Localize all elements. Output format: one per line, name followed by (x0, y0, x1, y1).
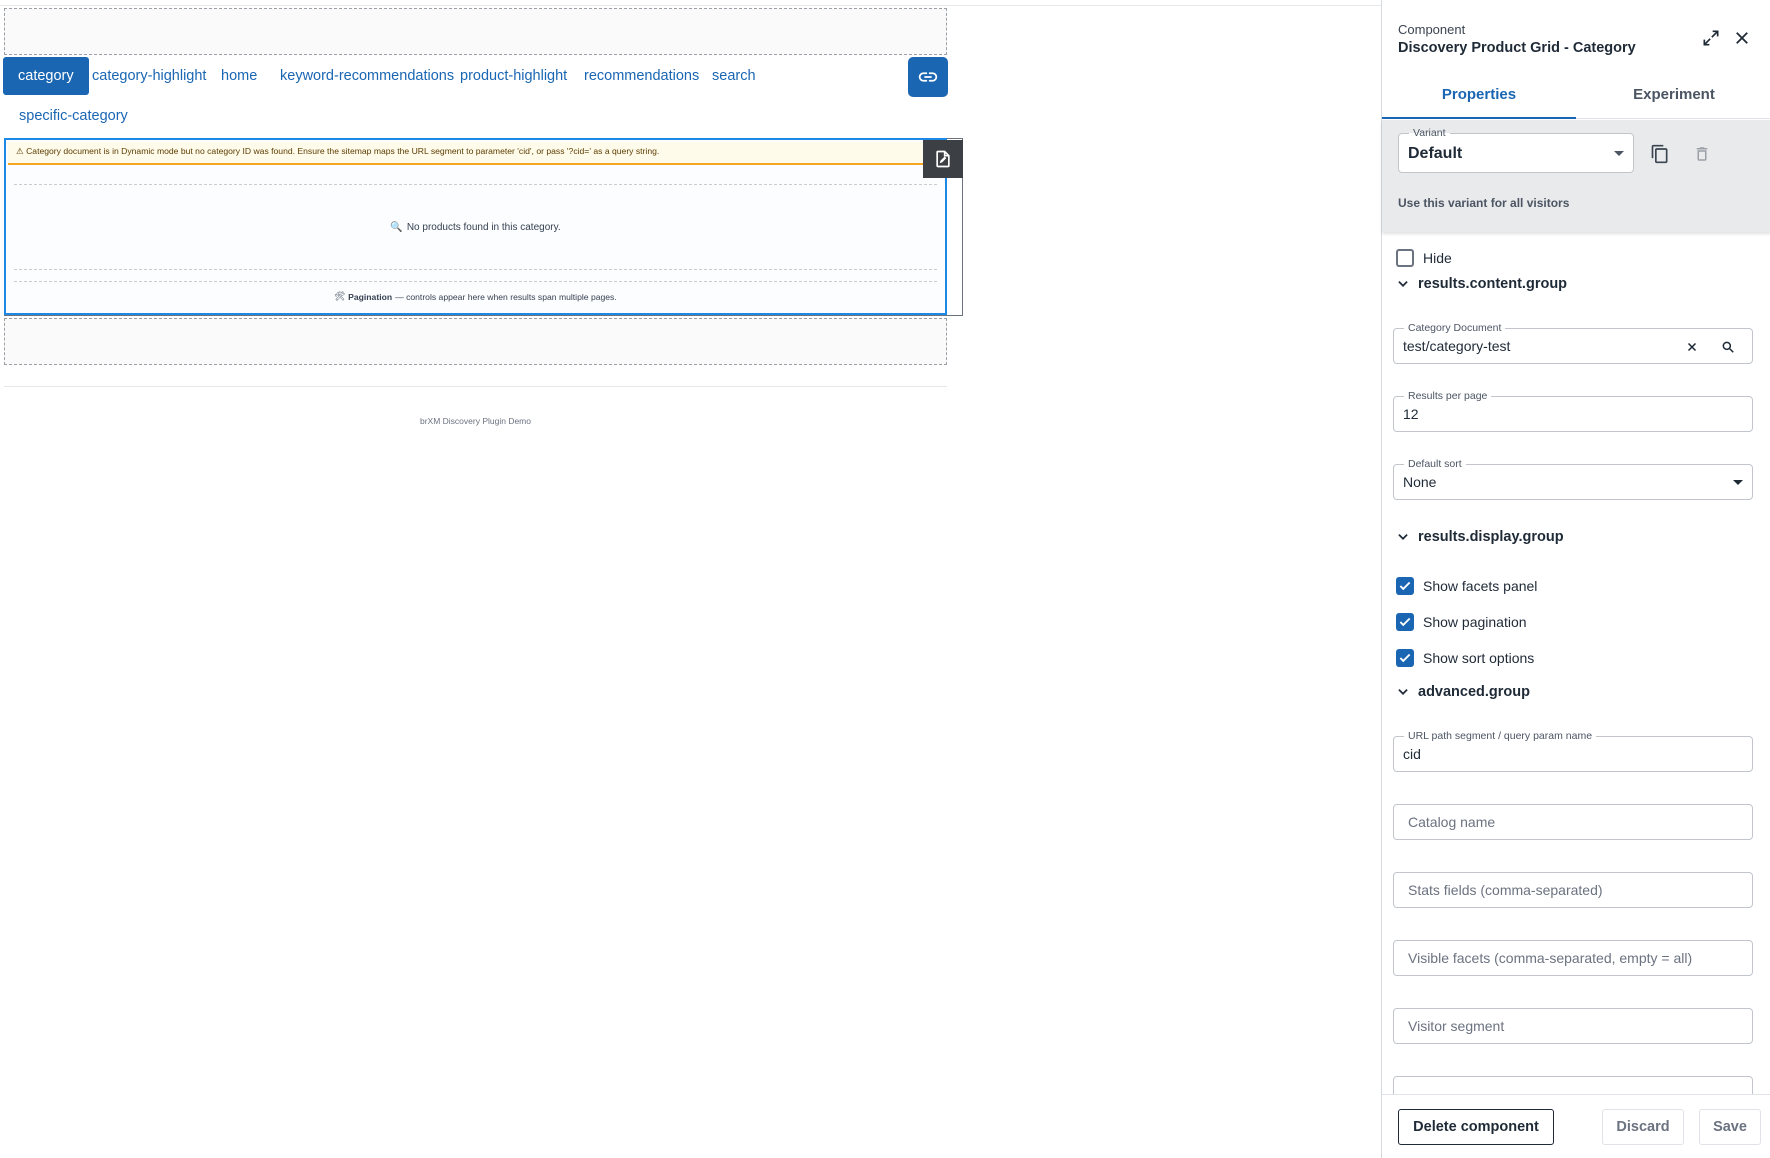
category-document-field[interactable]: Category Document test/category-test (1393, 322, 1753, 364)
close-icon (1736, 32, 1748, 44)
visitor-segment-placeholder: Visitor segment (1408, 1018, 1505, 1034)
default-sort-select[interactable]: Default sort None (1393, 458, 1753, 500)
catalog-name-placeholder: Catalog name (1408, 814, 1496, 830)
show-pagination-checkbox[interactable]: Show pagination (1396, 613, 1527, 631)
container-drop-zone-bottom[interactable] (4, 318, 947, 365)
tools-icon: 🛠 (334, 291, 346, 301)
chevron-down-icon (1398, 281, 1408, 287)
pick-document-button[interactable] (1718, 337, 1738, 357)
next-field-partial[interactable] (1393, 1076, 1753, 1094)
site-navigation: category category-highlight home keyword… (3, 57, 948, 137)
trash-icon (1696, 147, 1708, 161)
nav-link-category[interactable]: category (3, 57, 89, 95)
edit-document-button[interactable] (923, 140, 963, 178)
chevron-down-icon (1733, 480, 1743, 485)
panel-actions: Delete component Discard Save (1382, 1094, 1770, 1158)
copy-variant-button[interactable] (1646, 140, 1674, 168)
nav-link-product-highlight[interactable]: product-highlight (460, 57, 567, 95)
checkbox-unchecked-icon (1396, 249, 1414, 267)
save-button[interactable]: Save (1699, 1109, 1761, 1145)
clear-document-button[interactable] (1682, 337, 1702, 357)
group-advanced-label: advanced.group (1418, 684, 1530, 700)
close-icon (1687, 342, 1697, 352)
pagination-text: — controls appear here when results span… (395, 291, 617, 302)
show-pagination-label: Show pagination (1423, 614, 1527, 630)
checkbox-checked-icon (1396, 577, 1414, 595)
show-sort-options-label: Show sort options (1423, 650, 1535, 666)
nav-link-specific-category[interactable]: specific-category (19, 97, 128, 135)
search-icon (1722, 341, 1734, 353)
delete-variant-button[interactable] (1688, 140, 1716, 168)
show-facets-label: Show facets panel (1423, 578, 1538, 594)
pagination-label: Pagination (348, 291, 393, 302)
url-segment-value: cid (1403, 746, 1421, 762)
close-button[interactable] (1729, 25, 1755, 51)
empty-results: 🔍 No products found in this category. (14, 184, 937, 270)
link-icon (918, 72, 938, 82)
hide-label: Hide (1423, 250, 1452, 266)
chevron-down-icon (1398, 689, 1408, 695)
checkbox-checked-icon (1396, 649, 1414, 667)
expand-icon (1703, 30, 1719, 46)
preview-canvas: category category-highlight home keyword… (0, 0, 1382, 1158)
show-sort-options-checkbox[interactable]: Show sort options (1396, 649, 1534, 667)
footer-text: brXM Discovery Plugin Demo (419, 416, 531, 426)
default-sort-value: None (1403, 474, 1437, 490)
checkbox-checked-icon (1396, 613, 1414, 631)
link-button[interactable] (908, 57, 948, 97)
group-results-content[interactable]: results.content.group (1396, 276, 1567, 292)
nav-link-home[interactable]: home (221, 57, 257, 95)
results-per-page-field[interactable]: Results per page 12 (1393, 390, 1753, 432)
variant-section: Variant Default (1382, 120, 1770, 232)
dynamic-mode-warning: ⚠ Category document is in Dynamic mode b… (8, 142, 927, 165)
component-properties-panel: Component Discovery Product Grid - Categ… (1381, 0, 1770, 1158)
app-root: category category-highlight home keyword… (0, 0, 1770, 1158)
expand-button[interactable] (1698, 25, 1724, 51)
pagination-placeholder: 🛠 Pagination — controls appear here when… (14, 281, 937, 311)
variant-value: Default (1408, 145, 1463, 162)
chevron-down-icon (1398, 534, 1408, 540)
group-advanced[interactable]: advanced.group (1396, 684, 1530, 700)
stats-fields-input[interactable]: Stats fields (comma-separated) (1393, 872, 1753, 908)
category-document-value: test/category-test (1403, 338, 1511, 354)
variant-select[interactable]: Variant Default (1398, 127, 1634, 173)
chevron-down-icon (1614, 151, 1624, 156)
tab-properties[interactable]: Properties (1382, 76, 1576, 119)
nav-link-search[interactable]: search (712, 57, 756, 95)
empty-results-text: No products found in this category. (406, 221, 561, 233)
visible-facets-placeholder: Visible facets (comma-separated, empty =… (1408, 950, 1693, 966)
catalog-name-input[interactable]: Catalog name (1393, 804, 1753, 840)
hide-checkbox[interactable]: Hide (1396, 249, 1452, 267)
panel-label: Component (1398, 22, 1466, 37)
tab-experiment[interactable]: Experiment (1577, 76, 1770, 119)
copy-icon (1651, 144, 1668, 164)
nav-link-category-highlight[interactable]: category-highlight (92, 57, 206, 95)
group-results-display[interactable]: results.display.group (1396, 529, 1564, 545)
edit-document-icon (936, 150, 950, 168)
container-drop-zone-top[interactable] (4, 8, 947, 55)
nav-link-recommendations[interactable]: recommendations (584, 57, 699, 95)
discard-button[interactable]: Discard (1602, 1109, 1684, 1145)
footer-divider (4, 386, 947, 387)
magnifier-icon: 🔍 (390, 221, 403, 233)
panel-tabs: Properties Experiment (1382, 76, 1770, 119)
nav-link-keyword-recommendations[interactable]: keyword-recommendations (280, 57, 454, 95)
results-per-page-value: 12 (1403, 406, 1419, 422)
show-facets-checkbox[interactable]: Show facets panel (1396, 577, 1537, 595)
delete-component-button[interactable]: Delete component (1398, 1109, 1554, 1145)
url-segment-field[interactable]: URL path segment / query param name cid (1393, 730, 1753, 772)
visitor-segment-input[interactable]: Visitor segment (1393, 1008, 1753, 1044)
panel-title: Discovery Product Grid - Category (1398, 40, 1636, 56)
group-results-content-label: results.content.group (1418, 276, 1568, 292)
group-results-display-label: results.display.group (1418, 529, 1564, 545)
variant-hint: Use this variant for all visitors (1398, 196, 1570, 210)
properties-form: Hide results.content.group Category Docu… (1382, 232, 1770, 1094)
stats-fields-placeholder: Stats fields (comma-separated) (1408, 882, 1603, 898)
visible-facets-input[interactable]: Visible facets (comma-separated, empty =… (1393, 940, 1753, 976)
selected-component[interactable]: ⚠ Category document is in Dynamic mode b… (4, 138, 947, 315)
url-segment-legend: URL path segment / query param name (1404, 730, 1597, 742)
